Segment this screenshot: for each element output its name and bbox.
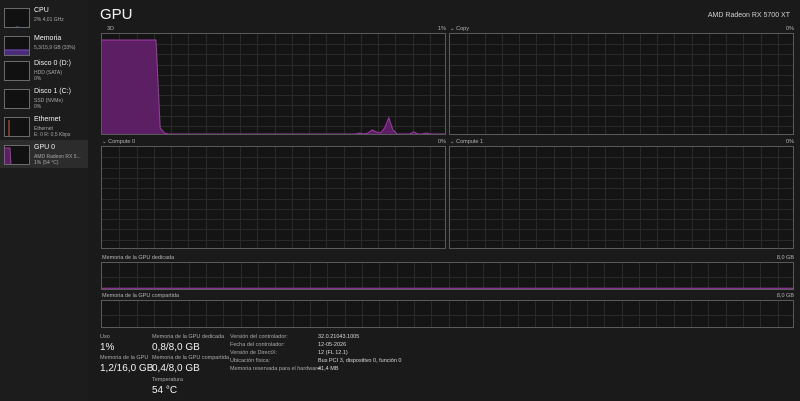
sidebar-item-detail: 2% 4,01 GHz xyxy=(34,17,64,23)
shared-memory-graph xyxy=(101,300,794,328)
shared-memory-label: Memoria de la GPU compartida xyxy=(152,355,230,361)
sidebar-item-gpu-0[interactable]: GPU 0 AMD Radeon RX 5... 1% (54 °C) xyxy=(0,140,88,168)
physical-location-value: Bus PCI 3, dispositivo 0, función 0 xyxy=(318,358,402,364)
resource-sidebar: CPU 2% 4,01 GHz Memoria 5,3/15,9 GB (33%… xyxy=(0,0,88,401)
sidebar-item-cpu[interactable]: CPU 2% 4,01 GHz xyxy=(0,3,88,31)
gpu-memory-label: Memoria de la GPU xyxy=(100,355,149,361)
sidebar-item-title: Disco 1 (C:) xyxy=(34,88,71,95)
engine-copy-percent: 0% xyxy=(786,26,794,32)
physical-location-label: Ubicación física: xyxy=(230,358,271,364)
driver-version-label: Versión del controlador: xyxy=(230,334,288,340)
dedicated-memory-graph-canvas xyxy=(102,263,793,289)
driver-version-value: 32.0.21043.1005 xyxy=(318,334,360,340)
engine-3d-graph-canvas xyxy=(102,34,445,134)
engine-3d-selector[interactable]: 3D xyxy=(107,26,114,32)
driver-date-label: Fecha del controlador: xyxy=(230,342,285,348)
sidebar-item-disk-1[interactable]: Disco 1 (C:) SSD (NVMe) 0% xyxy=(0,84,88,112)
sidebar-item-disk-0[interactable]: Disco 0 (D:) HDD (SATA) 0% xyxy=(0,56,88,84)
engine-copy-graph-canvas xyxy=(450,34,793,134)
sidebar-item-usage: 0% xyxy=(34,104,42,110)
engine-copy-selector[interactable]: ⌄ Copy xyxy=(450,26,469,32)
engine-copy-label: Copy xyxy=(456,26,469,32)
engine-compute-1-graph-canvas xyxy=(450,147,793,248)
dedicated-memory-graph-max: 8,0 GB xyxy=(776,255,794,261)
directx-version-label: Versión de DirectX: xyxy=(230,350,278,356)
engine-compute-1-selector[interactable]: ⌄ Compute 1 xyxy=(450,139,483,145)
gpu-memory-value: 1,2/16,0 GB xyxy=(100,363,154,374)
sidebar-item-memory[interactable]: Memoria 5,3/15,9 GB (33%) xyxy=(0,31,88,59)
sidebar-item-usage: E: 0 R: 0,5 Kbps xyxy=(34,132,71,138)
temperature-value: 54 °C xyxy=(152,385,178,396)
sidebar-item-title: CPU xyxy=(34,7,49,14)
cpu-graph-thumbnail-icon xyxy=(4,8,30,28)
sidebar-item-ethernet[interactable]: Ethernet Ethernet E: 0 R: 0,5 Kbps xyxy=(0,112,88,140)
dedicated-memory-value: 0,8/8,0 GB xyxy=(152,342,200,353)
utilization-label: Uso xyxy=(100,334,110,340)
engine-compute-0-graph-canvas xyxy=(102,147,445,248)
directx-version-value: 12 (FL 12.1) xyxy=(318,350,348,356)
sidebar-item-usage: 0% xyxy=(34,76,42,82)
engine-compute-0-selector[interactable]: ⌄ Compute 0 xyxy=(102,139,135,145)
memory-graph-thumbnail-icon xyxy=(4,36,30,56)
sidebar-item-title: Ethernet xyxy=(34,116,61,123)
engine-compute-0-label: Compute 0 xyxy=(108,139,136,145)
sidebar-item-usage: 1% (54 °C) xyxy=(34,160,59,166)
engine-compute-1-graph xyxy=(449,146,794,249)
sidebar-item-title: GPU 0 xyxy=(34,144,56,151)
temperature-label: Temperatura xyxy=(152,377,183,383)
gpu-adapter-name: AMD Radeon RX 5700 XT xyxy=(707,12,790,19)
page-title: GPU xyxy=(100,6,133,23)
dedicated-memory-label: Memoria de la GPU dedicada xyxy=(152,334,225,340)
gpu-graph-thumbnail-icon xyxy=(4,145,30,165)
engine-3d-percent: 1% xyxy=(438,26,446,32)
sidebar-item-detail: 5,3/15,9 GB (33%) xyxy=(34,45,76,51)
utilization-value: 1% xyxy=(100,342,115,353)
shared-memory-value: 0,4/8,0 GB xyxy=(152,363,200,374)
engine-3d-graph xyxy=(101,33,446,135)
hardware-reserved-memory-value: 41,4 MB xyxy=(318,366,339,372)
disk-graph-thumbnail-icon xyxy=(4,61,30,81)
engine-copy-graph xyxy=(449,33,794,135)
shared-memory-graph-max: 8,0 GB xyxy=(776,293,794,299)
engine-compute-1-percent: 0% xyxy=(786,139,794,145)
ethernet-graph-thumbnail-icon xyxy=(4,117,30,137)
shared-memory-graph-canvas xyxy=(102,301,793,327)
engine-compute-0-graph xyxy=(101,146,446,249)
engine-compute-1-label: Compute 1 xyxy=(456,139,484,145)
disk-graph-thumbnail-icon xyxy=(4,89,30,109)
dedicated-memory-graph-label: Memoria de la GPU dedicada xyxy=(102,255,175,261)
shared-memory-graph-label: Memoria de la GPU compartida xyxy=(102,293,180,299)
engine-compute-0-percent: 0% xyxy=(438,139,446,145)
driver-date-value: 12-05-2026 xyxy=(318,342,347,348)
dedicated-memory-graph xyxy=(101,262,794,290)
sidebar-item-title: Disco 0 (D:) xyxy=(34,60,71,67)
sidebar-item-title: Memoria xyxy=(34,35,62,42)
hardware-reserved-memory-label: Memoria reservada para el hardware: xyxy=(230,366,322,372)
